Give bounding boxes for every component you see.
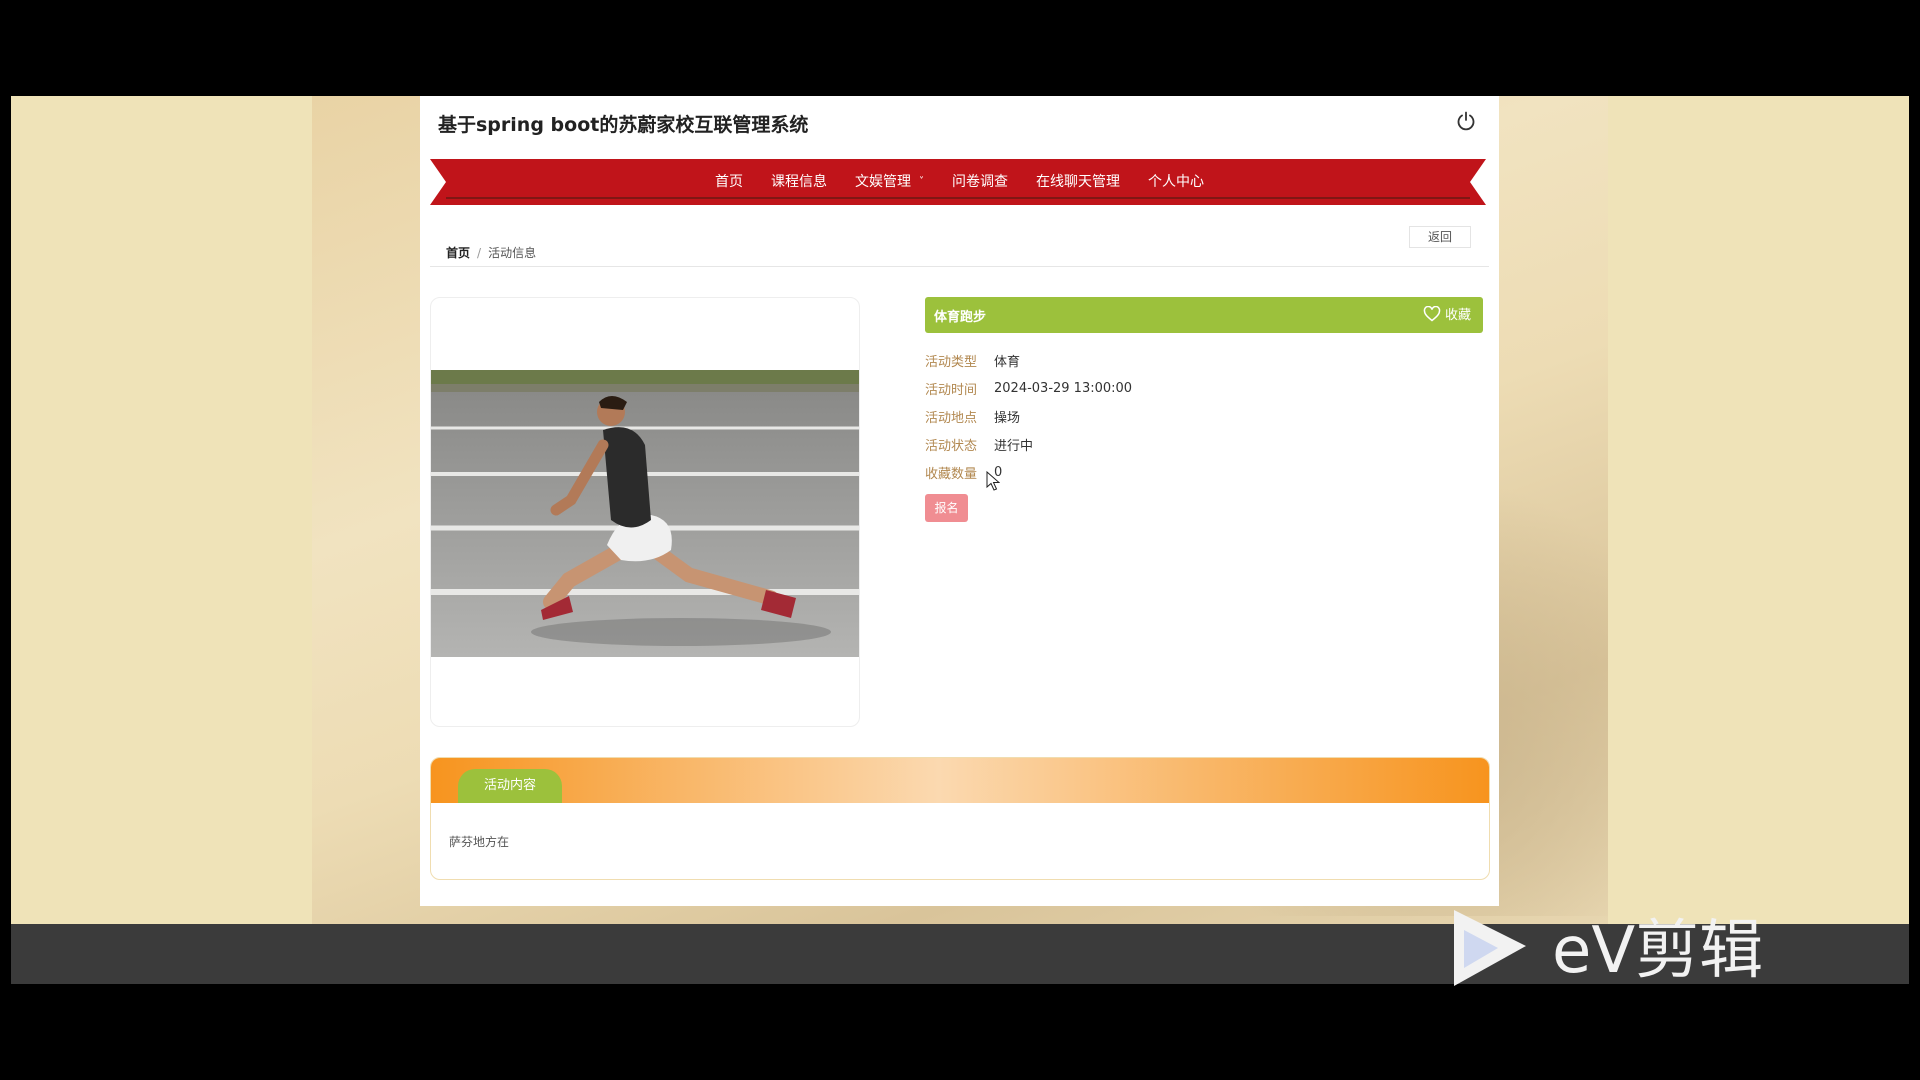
- mouse-cursor-icon: [986, 471, 1000, 491]
- activity-info: 活动类型 体育 活动时间 2024-03-29 13:00:00 活动地点 操场…: [925, 346, 1132, 486]
- watermark-text: eV剪辑: [1552, 914, 1763, 988]
- chevron-down-icon: ˅: [919, 176, 924, 187]
- info-value: 操场: [994, 410, 1021, 426]
- site-title: 基于spring boot的苏蔚家校互联管理系统: [438, 114, 809, 136]
- breadcrumb-current: 活动信息: [488, 246, 537, 260]
- breadcrumb-separator: /: [477, 246, 482, 260]
- info-row-time: 活动时间 2024-03-29 13:00:00: [925, 374, 1132, 402]
- nav-item-course-info[interactable]: 课程信息: [757, 159, 841, 205]
- activity-photo: [431, 370, 859, 657]
- content-card: 活动内容 萨芬地方在: [430, 757, 1490, 880]
- info-row-status: 活动状态 进行中: [925, 430, 1132, 458]
- content-header: 活动内容: [431, 758, 1489, 803]
- screen: 基于spring boot的苏蔚家校互联管理系统 首页 课程信息 文娱管理 ˅ 问…: [0, 0, 1920, 1080]
- nav-item-home[interactable]: 首页: [701, 159, 757, 205]
- nav-item-profile[interactable]: 个人中心: [1134, 159, 1218, 205]
- nav-item-survey[interactable]: 问卷调查: [938, 159, 1022, 205]
- content-text: 萨芬地方在: [449, 835, 510, 849]
- back-button[interactable]: 返回: [1409, 226, 1471, 248]
- app-viewport: 基于spring boot的苏蔚家校互联管理系统 首页 课程信息 文娱管理 ˅ 问…: [11, 96, 1909, 924]
- heart-outline-icon: [1423, 305, 1441, 321]
- power-icon[interactable]: [1455, 110, 1477, 132]
- play-logo-icon: eV剪辑: [1454, 910, 1763, 988]
- favorite-button[interactable]: 收藏: [1423, 304, 1471, 323]
- info-value: 2024-03-29 13:00:00: [994, 380, 1133, 396]
- breadcrumb: 首页 / 活动信息: [446, 244, 536, 261]
- info-label: 活动地点: [925, 410, 978, 426]
- nav-item-entertainment[interactable]: 文娱管理 ˅: [841, 159, 938, 205]
- activity-image-card: [430, 297, 860, 727]
- divider: [430, 266, 1489, 267]
- info-row-favorite-count: 收藏数量 0: [925, 458, 1132, 486]
- nav-item-online-chat[interactable]: 在线聊天管理: [1022, 159, 1134, 205]
- info-row-type: 活动类型 体育: [925, 346, 1132, 374]
- info-value: 体育: [994, 354, 1021, 370]
- info-label: 活动时间: [925, 382, 978, 398]
- info-row-location: 活动地点 操场: [925, 402, 1132, 430]
- info-label: 活动类型: [925, 354, 978, 370]
- activity-title: 体育跑步: [934, 310, 987, 325]
- main-nav: 首页 课程信息 文娱管理 ˅ 问卷调查 在线聊天管理 个人中心: [420, 159, 1499, 205]
- breadcrumb-home[interactable]: 首页: [446, 246, 470, 260]
- tab-activity-content[interactable]: 活动内容: [458, 769, 562, 803]
- info-label: 收藏数量: [925, 466, 978, 482]
- info-label: 活动状态: [925, 438, 978, 454]
- favorite-label: 收藏: [1444, 308, 1471, 323]
- page-container: 基于spring boot的苏蔚家校互联管理系统 首页 课程信息 文娱管理 ˅ 问…: [420, 96, 1499, 906]
- activity-title-bar: 体育跑步 收藏: [925, 297, 1483, 333]
- watermark: eV剪辑: [1452, 906, 1822, 992]
- info-value: 进行中: [994, 438, 1034, 454]
- signup-button[interactable]: 报名: [925, 494, 968, 522]
